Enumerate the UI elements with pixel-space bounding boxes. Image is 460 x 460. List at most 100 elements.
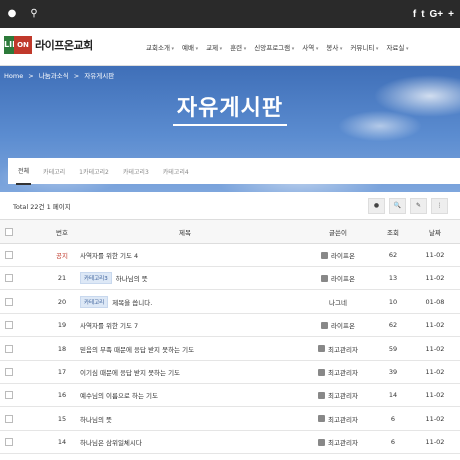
breadcrumb: Home > 나눔과소식 > 자유게시판 [4, 70, 117, 80]
post-title-link[interactable]: 사역자를 위한 기도 7 [80, 320, 138, 330]
row-title-cell: 이기심 때문에 응답 받지 못하는 기도 [80, 361, 280, 383]
author-name[interactable]: 최고관리자 [328, 437, 358, 447]
nav-item-ministry[interactable]: 사역 [302, 42, 318, 52]
author-name[interactable]: 라이프온 [331, 320, 355, 330]
row-select-cell [5, 455, 15, 460]
row-number: 20 [57, 297, 67, 306]
row-views: 59 [388, 344, 398, 353]
nav-item-fellowship[interactable]: 교제 [206, 42, 222, 52]
table-row[interactable]: 21 카테고리3 하나님의 뜻 라이프온 13 11-02 [0, 267, 460, 291]
table-row[interactable]: 20 카테고리 제목을 씁니다. 나그네 10 01-08 [0, 291, 460, 314]
row-checkbox[interactable] [5, 438, 13, 447]
tab-category-1-2[interactable]: 1카테고리2 [77, 159, 111, 184]
row-checkbox[interactable] [5, 391, 13, 400]
post-title-link[interactable]: 사역자를 위한 기도 4 [80, 250, 138, 260]
row-select-cell [5, 431, 15, 453]
row-title-cell [80, 455, 280, 460]
row-author-cell: 라이프온 [300, 267, 376, 289]
row-checkbox[interactable] [5, 414, 13, 423]
rss-button[interactable]: ● [368, 198, 385, 214]
search-button[interactable]: 🔍 [389, 198, 406, 214]
author-name[interactable]: 나그네 [329, 297, 347, 307]
nav-item-community[interactable]: 커뮤니티 [350, 42, 378, 52]
row-checkbox[interactable] [5, 344, 13, 353]
row-author-cell: 최고관리자 [300, 338, 376, 360]
post-title-link[interactable]: 하나님의 뜻 [80, 414, 112, 424]
row-select-cell [5, 361, 15, 383]
row-checkbox[interactable] [5, 251, 13, 259]
nav-item-worship[interactable]: 예배 [182, 42, 198, 52]
row-checkbox[interactable] [5, 368, 13, 376]
post-title-link[interactable]: 하나님의 뜻 [116, 273, 148, 283]
table-row[interactable]: 19 사역자를 위한 기도 7 라이프온 62 11-02 [0, 314, 460, 338]
tab-category-3[interactable]: 카테고리3 [121, 159, 151, 184]
facebook-icon[interactable]: f [413, 9, 416, 20]
row-select-cell [5, 384, 15, 406]
top-bar: ● ⚲ f t G+ + [0, 0, 460, 28]
site-header: LIFE ON 라이프온교회 교회소개 예배 교제 훈련 신앙프로그램 사역 봉… [0, 28, 460, 66]
author-name[interactable]: 라이프온 [331, 273, 355, 283]
table-row[interactable]: 14 하나님은 삼위일체시다 최고관리자 6 11-02 [0, 431, 460, 455]
table-row[interactable]: 18 믿음의 부족 때문에 응답 받지 못하는 기도 최고관리자 59 11-02 [0, 338, 460, 361]
row-views: 10 [388, 297, 398, 306]
nav-item-about[interactable]: 교회소개 [146, 42, 174, 52]
google-plus-icon[interactable]: G+ [430, 9, 444, 20]
board-panel: Total 22건 1 페이지 ● 🔍 ✎ ⋮ 번호 제목 글쓴이 조회 날짜 … [0, 192, 460, 460]
row-views: 62 [388, 251, 398, 259]
breadcrumb-home[interactable]: Home [4, 72, 23, 80]
nav-item-training[interactable]: 훈련 [230, 42, 246, 52]
table-row[interactable]: 15 하나님의 뜻 최고관리자 6 11-02 [0, 408, 460, 431]
board-tools: ● 🔍 ✎ ⋮ [368, 198, 448, 214]
tab-category[interactable]: 카테고리 [41, 159, 67, 184]
post-title-link[interactable]: 하나님은 삼위일체시다 [80, 437, 142, 447]
site-logo[interactable]: LIFE ON 라이프온교회 [4, 36, 93, 54]
table-row[interactable]: 16 예수님의 이름으로 하는 기도 최고관리자 14 11-02 [0, 384, 460, 408]
post-title-link[interactable]: 예수님의 이름으로 하는 기도 [80, 390, 158, 400]
plus-icon[interactable]: + [448, 9, 454, 20]
author-name[interactable]: 최고관리자 [328, 367, 358, 377]
row-checkbox[interactable] [5, 321, 13, 330]
category-badge[interactable]: 카테고리3 [80, 272, 112, 285]
row-date: 11-02 [425, 344, 445, 353]
tab-all[interactable]: 전체 [16, 158, 32, 185]
select-all-checkbox[interactable] [5, 227, 13, 236]
nav-item-service[interactable]: 봉사 [326, 42, 342, 52]
author-name[interactable]: 최고관리자 [328, 390, 358, 400]
user-icon[interactable]: ● [4, 6, 20, 22]
member-icon [321, 321, 329, 329]
tab-category-4[interactable]: 카테고리4 [161, 159, 191, 184]
author-name[interactable]: 라이프온 [331, 250, 355, 260]
row-author-cell: 최고관리자 [300, 408, 376, 430]
header-date[interactable]: 날짜 [420, 220, 450, 243]
more-button[interactable]: ⋮ [431, 198, 448, 214]
post-title-link[interactable]: 제목을 씁니다. [112, 297, 152, 307]
table-row[interactable]: 공지 사역자를 위한 기도 4 라이프온 62 11-02 [0, 244, 460, 267]
author-name[interactable]: 최고관리자 [328, 414, 358, 424]
sns-links: f t G+ + [413, 0, 460, 28]
table-header: 번호 제목 글쓴이 조회 날짜 [0, 219, 460, 244]
page-title: 자유게시판 [176, 96, 284, 121]
row-select-cell [5, 338, 15, 360]
breadcrumb-section[interactable]: 나눔과소식 [39, 72, 69, 80]
header-author: 글쓴이 [329, 228, 347, 237]
category-badge[interactable]: 카테고리 [80, 295, 109, 308]
table-row[interactable]: 13 [0, 455, 460, 460]
twitter-icon[interactable]: t [421, 9, 424, 20]
row-views: 62 [388, 321, 398, 330]
nav-item-programs[interactable]: 신앙프로그램 [254, 42, 294, 52]
write-button[interactable]: ✎ [410, 198, 427, 214]
header-views[interactable]: 조회 [381, 220, 405, 243]
row-checkbox[interactable] [5, 297, 13, 306]
post-title-link[interactable]: 믿음의 부족 때문에 응답 받지 못하는 기도 [80, 344, 194, 354]
search-icon[interactable]: ⚲ [26, 6, 42, 22]
logo-mark-right: ON [14, 36, 32, 54]
row-title-cell: 예수님의 이름으로 하는 기도 [80, 384, 280, 406]
row-checkbox[interactable] [5, 274, 13, 283]
post-title-link[interactable]: 이기심 때문에 응답 받지 못하는 기도 [80, 367, 180, 377]
table-row[interactable]: 17 이기심 때문에 응답 받지 못하는 기도 최고관리자 39 11-02 [0, 361, 460, 384]
row-author-cell: 나그네 [300, 291, 376, 313]
row-title-cell: 하나님의 뜻 [80, 408, 280, 430]
author-name[interactable]: 최고관리자 [328, 344, 358, 354]
nav-item-archive[interactable]: 자료실 [386, 42, 408, 52]
select-all-cell [5, 220, 15, 243]
